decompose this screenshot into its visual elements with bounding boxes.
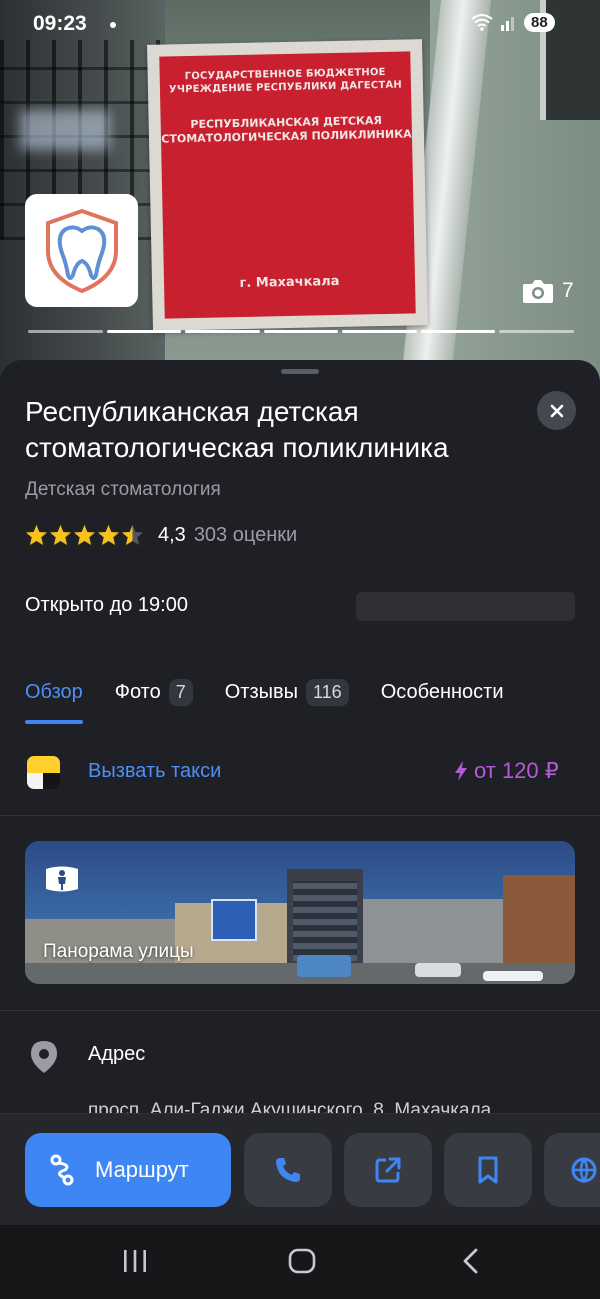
lightning-icon — [455, 761, 467, 781]
tab-badge: 7 — [168, 678, 193, 706]
route-icon — [50, 1154, 74, 1186]
route-button-label: Маршрут — [95, 1157, 189, 1182]
photo-carousel-indicator — [28, 330, 575, 334]
sign-line-1: ГОСУДАРСТВЕННОЕ БЮДЖЕТНОЕ УЧРЕЖДЕНИЕ РЕС… — [168, 66, 403, 96]
status-bar: 09:23 88 — [0, 0, 600, 48]
pano-building-windows — [293, 881, 357, 961]
status-time: 09:23 — [33, 12, 87, 35]
action-bar: Маршрут — [0, 1113, 600, 1225]
website-button[interactable] — [344, 1133, 432, 1207]
place-title: Республиканская детская стоматологическа… — [25, 396, 449, 463]
photo-light — [20, 110, 110, 150]
globe-button[interactable] — [544, 1133, 600, 1207]
call-taxi-link[interactable]: Вызвать такси — [88, 760, 221, 783]
tab-reviews[interactable]: Отзывы 116 — [225, 676, 349, 708]
opening-hours[interactable]: Открыто до 19:00 — [25, 594, 188, 617]
tab-label: Фото — [114, 680, 161, 703]
star-icon — [49, 524, 72, 546]
taxi-logo-icon — [27, 756, 60, 789]
carousel-segment — [342, 330, 417, 333]
pano-billboard — [211, 899, 257, 941]
bookmark-button[interactable] — [444, 1133, 532, 1207]
tab-overview[interactable]: Обзор — [25, 676, 83, 724]
tab-photos[interactable]: Фото 7 — [115, 676, 193, 708]
phone-icon — [276, 1158, 300, 1182]
place-photo[interactable]: ГОСУДАРСТВЕННОЕ БЮДЖЕТНОЕ УЧРЕЖДЕНИЕ РЕС… — [0, 0, 600, 400]
place-tabs: Обзор Фото 7 Отзывы 116 Особенности — [25, 670, 504, 724]
taxi-row[interactable]: Вызвать такси от 120 ₽ — [0, 740, 600, 816]
star-icon — [25, 524, 48, 546]
home-icon[interactable] — [288, 1247, 316, 1275]
close-button[interactable] — [537, 391, 576, 430]
pano-building — [503, 875, 575, 974]
star-icon — [121, 524, 144, 546]
tab-features[interactable]: Особенности — [381, 676, 504, 708]
tab-badge: 116 — [306, 678, 349, 706]
carousel-segment — [263, 330, 339, 333]
sign-line-2: РЕСПУБЛИКАНСКАЯ ДЕТСКАЯ СТОМАТОЛОГИЧЕСКА… — [161, 114, 412, 146]
place-card-sheet: Республиканская детская стоматологическа… — [0, 360, 600, 1225]
star-icon — [97, 524, 120, 546]
carousel-segment — [106, 330, 182, 333]
panorama-icon — [46, 866, 78, 892]
rating-value: 4,3 — [158, 523, 186, 546]
notification-dot — [110, 22, 116, 28]
sheet-drag-handle[interactable] — [281, 369, 319, 374]
photo-sign: ГОСУДАРСТВЕННОЕ БЮДЖЕТНОЕ УЧРЕЖДЕНИЕ РЕС… — [147, 39, 428, 331]
bookmark-icon — [478, 1156, 498, 1184]
rating-row[interactable]: 4,3 303 оценки — [25, 522, 297, 548]
carousel-segment — [28, 330, 103, 333]
pano-van — [297, 955, 351, 977]
place-category: Детская стоматология — [25, 479, 221, 500]
system-nav-bar — [0, 1225, 600, 1299]
wifi-icon — [471, 14, 493, 31]
pano-car — [483, 971, 543, 981]
carousel-segment — [499, 330, 575, 333]
street-panorama-card[interactable]: Панорама улицы — [25, 841, 575, 984]
carousel-segment — [185, 330, 260, 333]
battery-indicator: 88 — [524, 12, 555, 32]
taxi-price-value: от 120 ₽ — [474, 758, 559, 783]
pano-car — [415, 963, 461, 977]
tab-label: Обзор — [25, 680, 83, 703]
call-button[interactable] — [244, 1133, 332, 1207]
tab-label: Особенности — [380, 680, 504, 703]
signal-icon — [501, 17, 514, 31]
sign-city: г. Махачкала — [239, 273, 340, 292]
address-label: Адрес — [88, 1043, 146, 1065]
clinic-logo[interactable] — [25, 194, 138, 307]
taxi-price: от 120 ₽ — [454, 758, 559, 784]
tab-label: Отзывы — [224, 680, 298, 703]
panorama-label: Панорама улицы — [43, 941, 194, 962]
photo-count-value: 7 — [562, 279, 574, 302]
camera-icon — [523, 280, 553, 303]
external-link-icon — [375, 1157, 401, 1183]
back-icon[interactable] — [460, 1247, 482, 1275]
close-icon — [550, 404, 563, 417]
route-button[interactable]: Маршрут — [25, 1133, 231, 1207]
carousel-segment — [420, 330, 496, 333]
recent-apps-icon[interactable] — [122, 1247, 148, 1275]
loading-placeholder — [356, 592, 575, 621]
photo-count[interactable]: 7 — [522, 278, 574, 304]
tooth-shield-icon — [45, 208, 118, 293]
section-divider — [0, 1010, 600, 1011]
rating-stars — [25, 524, 144, 546]
rating-count: 303 оценки — [193, 523, 298, 546]
location-pin-icon — [31, 1041, 57, 1073]
globe-icon — [571, 1157, 597, 1184]
star-icon — [73, 524, 96, 546]
